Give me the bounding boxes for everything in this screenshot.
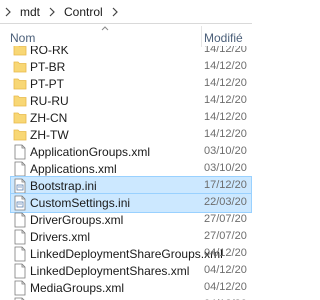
file-name: PT-BR <box>30 60 66 74</box>
document-icon <box>14 263 26 279</box>
file-modified-date: 04/12/20 <box>204 264 247 276</box>
file-modified-date: 14/12/20 <box>204 128 247 140</box>
file-name: DriverGroups.xml <box>30 213 124 227</box>
settings-file-icon <box>14 195 26 211</box>
folder-icon <box>13 95 27 107</box>
folder-icon <box>13 61 27 73</box>
file-modified-date: 14/12/20 <box>204 46 247 55</box>
file-name: ZH-TW <box>30 128 69 142</box>
file-modified-date: 14/12/20 <box>204 94 247 106</box>
breadcrumb-item-control[interactable]: Control <box>58 5 109 19</box>
document-icon <box>14 246 26 262</box>
chevron-right-icon[interactable] <box>2 6 14 18</box>
file-modified-date: 14/12/20 <box>204 111 247 123</box>
file-name: Drivers.xml <box>30 230 90 244</box>
breadcrumb: mdt Control <box>0 0 252 24</box>
sort-ascending-icon <box>101 26 109 31</box>
settings-file-icon <box>14 178 26 194</box>
file-modified-date: 14/12/20 <box>204 60 247 72</box>
folder-icon <box>13 112 27 124</box>
document-icon <box>14 229 26 245</box>
file-name: RO-RK <box>30 46 69 57</box>
chevron-right-icon[interactable] <box>109 6 121 18</box>
file-name: CustomSettings.ini <box>30 196 131 210</box>
file-modified-date: 14/12/20 <box>204 77 247 89</box>
file-name: LinkedDeploymentShareGroups.xml <box>30 247 223 261</box>
document-icon <box>14 280 26 296</box>
file-list: RO-RK 14/12/20 PT-BR 14/12/20 PT-PT 14/12/20 R… <box>0 46 252 300</box>
chevron-right-icon[interactable] <box>46 6 58 18</box>
folder-icon <box>13 129 27 141</box>
column-header: Nom Modifié <box>0 24 252 48</box>
file-modified-date: 22/03/20 <box>204 196 247 208</box>
file-name: LinkedDeploymentShares.xml <box>30 264 190 278</box>
document-icon <box>14 144 26 160</box>
file-name: ZH-CN <box>30 111 68 125</box>
folder-icon <box>13 78 27 90</box>
file-modified-date: 04/12/20 <box>204 281 247 293</box>
file-modified-date: 27/07/20 <box>204 213 247 225</box>
column-divider[interactable] <box>201 26 202 47</box>
file-row[interactable]: Medias.xml04/12/20 <box>10 295 252 300</box>
column-header-name[interactable]: Nom <box>10 31 35 45</box>
file-modified-date: 04/12/20 <box>204 247 247 259</box>
file-name: ApplicationGroups.xml <box>30 145 151 159</box>
file-name: RU-RU <box>30 94 69 108</box>
column-header-modified[interactable]: Modifié <box>204 31 243 45</box>
file-modified-date: 27/07/20 <box>204 230 247 242</box>
breadcrumb-item-mdt[interactable]: mdt <box>14 5 46 19</box>
file-name: Applications.xml <box>30 162 117 176</box>
document-icon <box>14 161 26 177</box>
file-modified-date: 03/10/20 <box>204 162 247 174</box>
file-name: MediaGroups.xml <box>30 281 125 295</box>
document-icon <box>14 212 26 228</box>
file-modified-date: 03/10/20 <box>204 145 247 157</box>
file-modified-date: 17/12/20 <box>204 179 247 191</box>
file-name: PT-PT <box>30 77 65 91</box>
file-name: Bootstrap.ini <box>30 179 97 193</box>
